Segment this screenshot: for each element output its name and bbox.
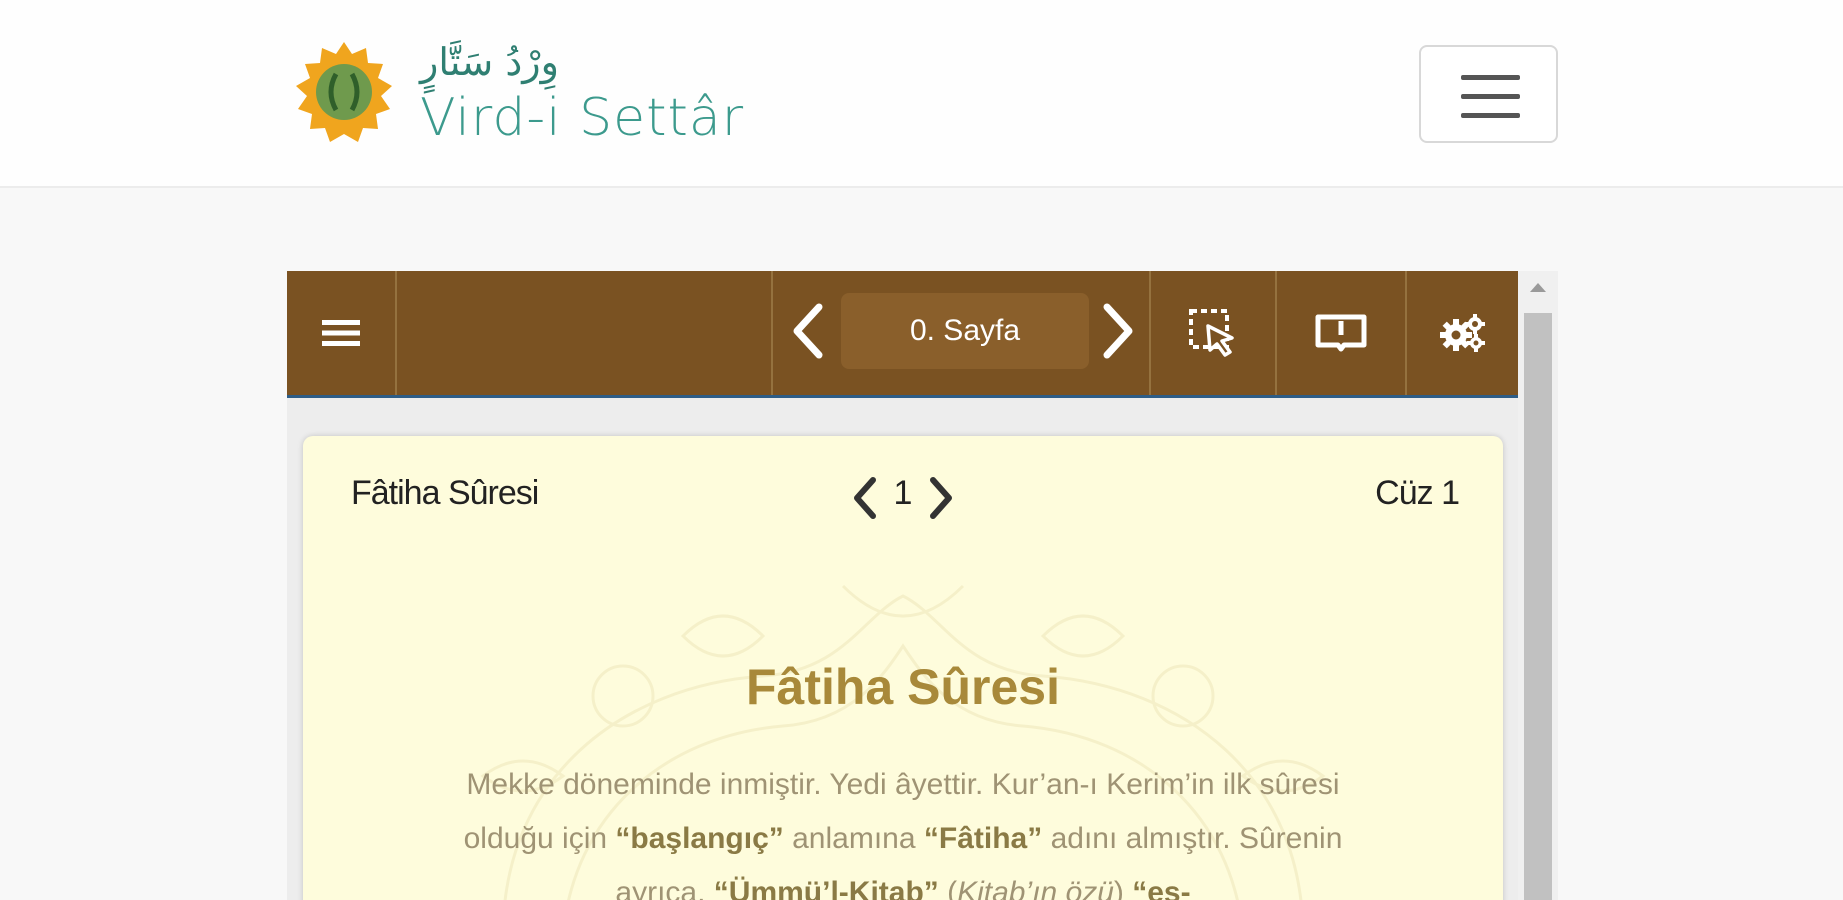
navbar-toggle-button[interactable] — [1419, 45, 1558, 143]
scrollbar-thumb[interactable] — [1524, 313, 1552, 900]
quran-reader: 0. Sayfa Fâtiha Sûresi 1 Cüz 1 Fâtiha Sû… — [287, 271, 1558, 900]
mushaf-page: Fâtiha Sûresi 1 Cüz 1 Fâtiha Sûresi Mekk… — [303, 436, 1503, 900]
select-tool-button[interactable] — [1151, 271, 1277, 395]
sura-intro-text: Mekke döneminde inmiştir. Yedi âyettir. … — [423, 758, 1383, 900]
cogs-icon — [1439, 314, 1485, 352]
sura-number: 1 — [893, 474, 913, 512]
chevron-left-icon[interactable] — [849, 476, 879, 520]
hamburger-line-icon — [1461, 113, 1520, 118]
toolbar-spacer — [397, 271, 773, 395]
settings-button[interactable] — [1407, 271, 1518, 395]
select-cursor-icon — [1189, 309, 1234, 357]
intro-bold-segment: “Fâtiha” — [923, 822, 1043, 855]
reader-menu-button[interactable] — [287, 271, 397, 395]
reader-toolbar: 0. Sayfa — [287, 271, 1518, 398]
sura-title: Fâtiha Sûresi — [746, 659, 1060, 715]
page-navigator: 0. Sayfa — [773, 271, 1151, 395]
hamburger-line-icon — [1461, 75, 1520, 80]
logo-latin-text: Vird-i Settâr — [420, 88, 745, 148]
intro-bold-segment: “başlangıç” — [615, 822, 784, 855]
bars-icon — [322, 320, 360, 346]
page-sura-name: Fâtiha Sûresi — [351, 474, 539, 512]
chevron-right-icon[interactable] — [927, 476, 957, 520]
sura-navigator: 1 — [843, 472, 963, 522]
site-logo[interactable]: وِرْدُ سَتَّارٍ Vird-i Settâr — [292, 40, 743, 150]
chevron-left-icon[interactable] — [787, 301, 827, 361]
juz-label: Cüz 1 — [1375, 474, 1460, 512]
intro-text-segment: anlamına — [783, 822, 924, 855]
reading-mode-button[interactable] — [1277, 271, 1407, 395]
intro-text-segment: ( — [938, 876, 958, 900]
logo-emblem-icon — [296, 42, 392, 142]
logo-arabic-text: وِرْدُ سَتَّارٍ — [420, 40, 559, 84]
reader-scrollbar[interactable] — [1518, 271, 1558, 900]
chevron-right-icon[interactable] — [1099, 301, 1139, 361]
page-indicator-button[interactable]: 0. Sayfa — [841, 293, 1089, 369]
scroll-up-arrow-icon[interactable] — [1530, 283, 1546, 292]
intro-bold-segment: “es- — [1132, 876, 1191, 900]
intro-text-segment: ) — [1113, 876, 1133, 900]
site-navbar: وِرْدُ سَتَّارٍ Vird-i Settâr — [0, 0, 1843, 188]
hamburger-line-icon — [1461, 94, 1520, 99]
intro-italic-segment: Kitab’ın özü — [957, 876, 1114, 900]
open-book-icon — [1315, 314, 1367, 352]
intro-bold-segment: “Ümmü’l-Kitab” — [713, 876, 939, 900]
